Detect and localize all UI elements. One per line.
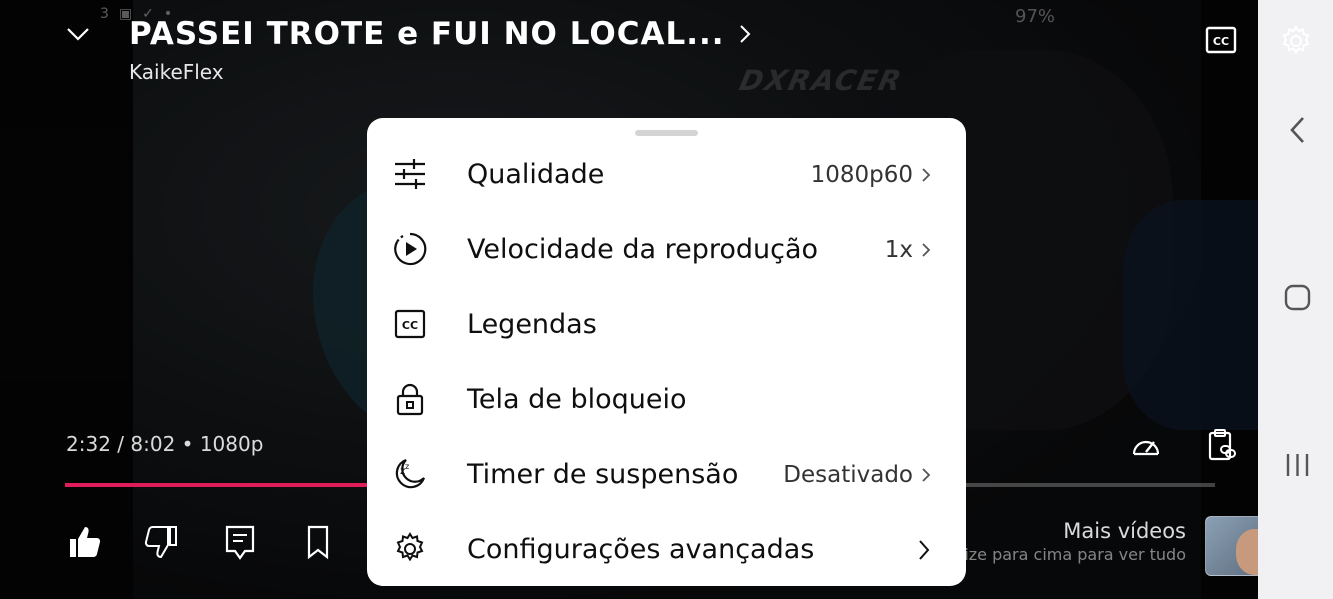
comments-icon[interactable] [222,523,258,561]
status-notification-count: 3 [100,6,109,22]
like-icon[interactable] [66,523,102,561]
speedometer-icon[interactable] [1130,430,1162,462]
battery-level: 97% [1015,6,1056,27]
chevron-right-icon [919,539,930,560]
save-bookmark-icon[interactable] [300,523,336,561]
sleep-timer-icon: z z [395,458,426,489]
menu-item-label: Timer de suspensão [467,459,739,490]
clipboard-link-icon[interactable] [1207,428,1237,462]
more-videos[interactable]: Mais vídeos deslize para cima para ver t… [932,519,1186,564]
collapse-icon[interactable] [64,22,92,46]
menu-item-sleep-timer[interactable]: z z Timer de suspensão Desativado [367,437,966,512]
channel-name[interactable]: KaikeFlex [129,60,224,84]
more-videos-title[interactable]: Mais vídeos [932,519,1186,543]
dislike-icon[interactable] [144,523,180,561]
captions-icon[interactable]: CC [1204,24,1238,56]
svg-text:z: z [405,462,409,471]
sliders-icon [395,159,425,189]
playback-speed-icon [394,232,427,266]
settings-sheet: Qualidade 1080p60 Velocidade da reproduç… [367,118,966,586]
menu-item-label: Legendas [467,309,597,340]
drag-handle[interactable] [635,130,698,136]
lock-icon [396,383,424,416]
svg-text:CC: CC [402,319,418,332]
menu-item-label: Tela de bloqueio [467,384,687,415]
menu-item-lock-screen[interactable]: Tela de bloqueio [367,362,966,437]
chevron-right-icon [922,242,931,257]
menu-item-advanced-settings[interactable]: Configurações avançadas [367,512,966,587]
resolution-label: 1080p [199,432,264,456]
settings-gear-icon[interactable] [1279,24,1313,58]
menu-item-captions[interactable]: CC Legendas [367,287,966,362]
time-display: 2:32 / 8:02 • 1080p [66,432,264,456]
chevron-right-icon [922,167,931,182]
video-title-row[interactable]: PASSEI TROTE e FUI NO LOCAL... [129,16,753,52]
menu-item-value: Desativado [783,461,913,488]
menu-item-value: 1080p60 [810,161,913,188]
captions-icon: CC [394,309,426,339]
video-title[interactable]: PASSEI TROTE e FUI NO LOCAL... [129,16,725,52]
back-icon[interactable] [1285,114,1311,146]
time-current: 2:32 [66,432,111,456]
home-icon[interactable] [1284,284,1311,311]
time-total: 8:02 [130,432,176,456]
menu-item-label: Qualidade [467,159,605,190]
more-videos-hint: deslize para cima para ver tudo [931,545,1186,564]
menu-item-playback-speed[interactable]: Velocidade da reprodução 1x [367,212,966,287]
recent-apps-icon[interactable] [1284,450,1311,480]
menu-item-label: Velocidade da reprodução [467,234,819,265]
chevron-right-icon[interactable] [737,23,753,45]
menu-item-value: 1x [884,236,913,263]
action-row [66,523,336,561]
chevron-right-icon [922,467,931,482]
gear-icon [396,532,424,562]
menu-item-label: Configurações avançadas [467,534,815,565]
settings-menu: Qualidade 1080p60 Velocidade da reproduç… [367,137,966,587]
menu-item-quality[interactable]: Qualidade 1080p60 [367,137,966,212]
svg-text:CC: CC [1213,35,1229,48]
